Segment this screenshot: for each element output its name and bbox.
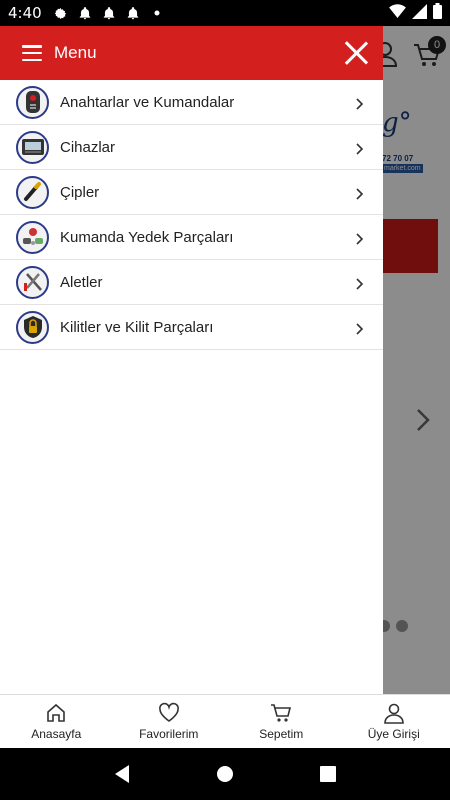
chevron-right-icon xyxy=(355,277,365,290)
close-icon[interactable] xyxy=(343,40,369,66)
status-bar: 4:40 xyxy=(0,0,450,26)
menu-item-remote-spare-parts[interactable]: Kumanda Yedek Parçaları xyxy=(0,215,383,260)
bell-icon xyxy=(100,4,118,22)
bottom-navigation: Anasayfa Favorilerim Sepetim Üye Girişi xyxy=(0,694,450,748)
nav-favorites[interactable]: Favorilerim xyxy=(113,695,226,748)
gear-icon xyxy=(52,4,70,22)
back-icon[interactable] xyxy=(111,763,133,785)
menu-item-label: Cihazlar xyxy=(60,138,116,156)
category-list: Anahtarlar ve Kumandalar Cihazlar Çipler xyxy=(0,80,383,350)
menu-item-label: Kumanda Yedek Parçaları xyxy=(60,228,234,246)
tools-icon xyxy=(16,265,49,299)
cart-icon xyxy=(270,702,292,724)
dot-icon xyxy=(148,4,166,22)
bell-icon xyxy=(76,4,94,22)
signal-icon xyxy=(412,3,427,23)
menu-item-tools[interactable]: Aletler xyxy=(0,260,383,305)
menu-item-label: Çipler xyxy=(60,183,100,201)
menu-item-devices[interactable]: Cihazlar xyxy=(0,125,383,170)
home-button-icon[interactable] xyxy=(214,763,236,785)
drawer-header: Menu xyxy=(0,26,383,80)
user-icon xyxy=(383,702,405,724)
car-key-icon xyxy=(16,85,49,119)
wifi-icon xyxy=(389,4,406,22)
menu-item-chips[interactable]: Çipler xyxy=(0,170,383,215)
heart-icon xyxy=(158,702,180,724)
menu-item-keys-remotes[interactable]: Anahtarlar ve Kumandalar xyxy=(0,80,383,125)
nav-cart-label: Sepetim xyxy=(259,727,304,741)
menu-item-label: Aletler xyxy=(60,273,103,291)
battery-icon xyxy=(433,3,442,23)
nav-cart[interactable]: Sepetim xyxy=(225,695,338,748)
nav-member-login-label: Üye Girişi xyxy=(367,727,420,741)
hamburger-icon[interactable] xyxy=(22,45,42,61)
chevron-right-icon xyxy=(355,142,365,155)
remote-parts-icon xyxy=(16,220,49,254)
chip-icon xyxy=(16,175,49,209)
bell-icon xyxy=(124,4,142,22)
menu-item-label: Anahtarlar ve Kumandalar xyxy=(60,93,235,111)
chevron-right-icon xyxy=(355,97,365,110)
lock-icon xyxy=(16,310,49,344)
status-time: 4:40 xyxy=(8,4,42,22)
system-navigation-bar xyxy=(0,748,450,800)
menu-item-label: Kilitler ve Kilit Parçaları xyxy=(60,318,214,336)
home-icon xyxy=(45,702,67,724)
nav-member-login[interactable]: Üye Girişi xyxy=(338,695,450,748)
chevron-right-icon xyxy=(355,232,365,245)
navigation-drawer: Menu Anahtarlar ve Kumandalar Cihazlar Ç… xyxy=(0,26,383,694)
nav-home[interactable]: Anasayfa xyxy=(0,695,113,748)
drawer-title: Menu xyxy=(54,43,97,62)
chevron-right-icon xyxy=(355,187,365,200)
device-icon xyxy=(16,130,49,164)
nav-favorites-label: Favorilerim xyxy=(139,727,199,741)
chevron-right-icon xyxy=(355,322,365,335)
nav-home-label: Anasayfa xyxy=(31,727,82,741)
menu-item-locks-lock-parts[interactable]: Kilitler ve Kilit Parçaları xyxy=(0,305,383,350)
recents-icon[interactable] xyxy=(317,763,339,785)
